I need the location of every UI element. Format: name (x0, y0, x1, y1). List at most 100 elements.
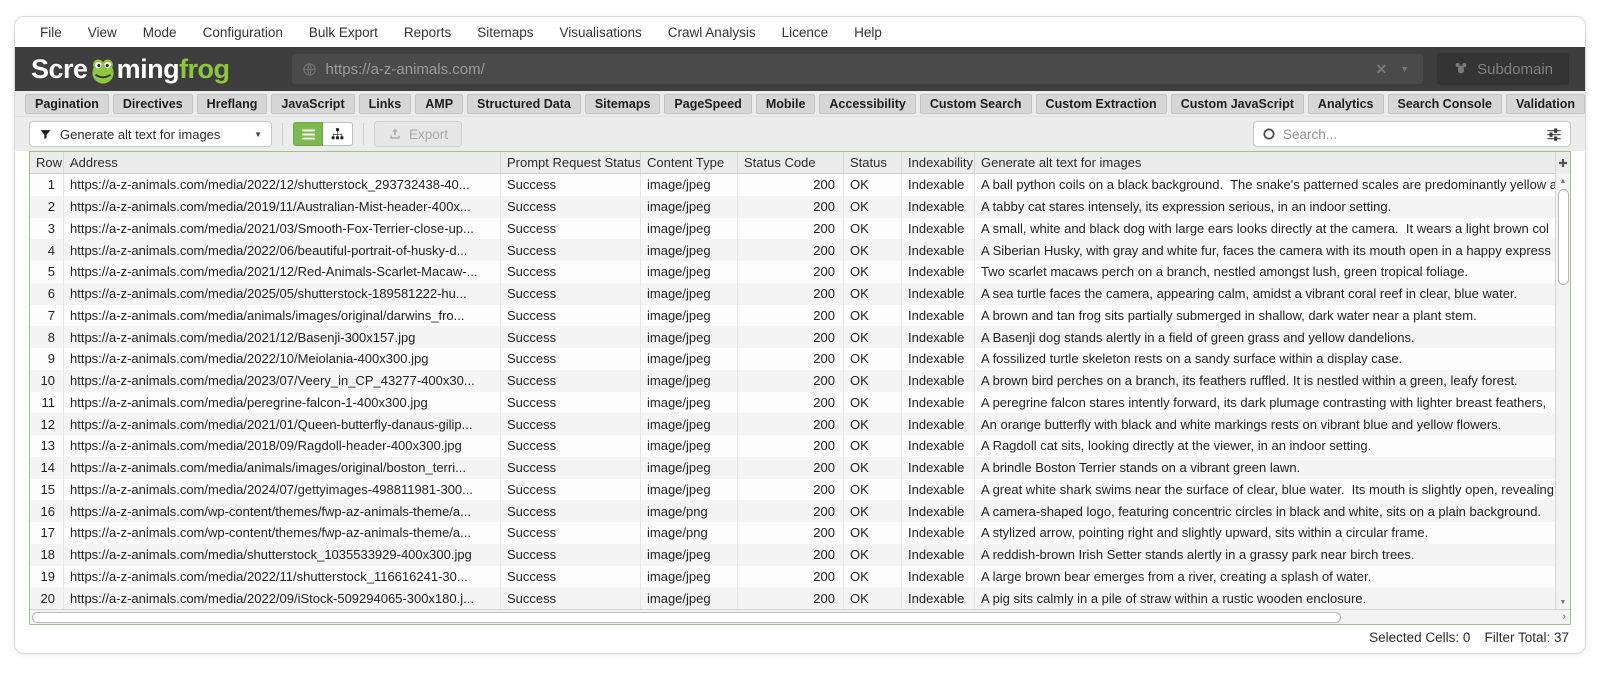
cell-row[interactable]: 3 (30, 218, 64, 240)
cell-status-code[interactable]: 200 (738, 479, 844, 501)
cell-status-code[interactable]: 200 (738, 457, 844, 479)
cell-status-code[interactable]: 200 (738, 283, 844, 305)
cell-row[interactable]: 18 (30, 544, 64, 566)
tab-links[interactable]: Links (359, 94, 412, 114)
cell-indexability[interactable]: Indexable (902, 174, 975, 196)
menu-item-visualisations[interactable]: Visualisations (546, 25, 654, 40)
table-row[interactable]: 3https://a-z-animals.com/media/2021/03/S… (30, 218, 1555, 240)
cell-indexability[interactable]: Indexable (902, 218, 975, 240)
cell-prompt-status[interactable]: Success (501, 500, 641, 522)
cell-address[interactable]: https://a-z-animals.com/media/2021/12/Ba… (64, 326, 501, 348)
cell-status-code[interactable]: 200 (738, 566, 844, 588)
cell-status[interactable]: OK (844, 500, 902, 522)
tab-structured-data[interactable]: Structured Data (467, 94, 581, 114)
cell-prompt-status[interactable]: Success (501, 392, 641, 414)
tab-javascript[interactable]: JavaScript (271, 94, 354, 114)
table-row[interactable]: 1https://a-z-animals.com/media/2022/12/s… (30, 174, 1555, 196)
cell-prompt-status[interactable]: Success (501, 457, 641, 479)
cell-row[interactable]: 6 (30, 283, 64, 305)
scroll-down-icon[interactable]: ▼ (1556, 595, 1570, 609)
cell-status[interactable]: OK (844, 413, 902, 435)
cell-content-type[interactable]: image/jpeg (641, 566, 738, 588)
tab-pagespeed[interactable]: PageSpeed (664, 94, 751, 114)
cell-status-code[interactable]: 200 (738, 544, 844, 566)
tab-validation[interactable]: Validation (1506, 94, 1585, 114)
cell-row[interactable]: 9 (30, 348, 64, 370)
table-row[interactable]: 15https://a-z-animals.com/media/2024/07/… (30, 479, 1555, 501)
cell-prompt-status[interactable]: Success (501, 587, 641, 609)
cell-status[interactable]: OK (844, 370, 902, 392)
menu-item-help[interactable]: Help (841, 25, 895, 40)
cell-status[interactable]: OK (844, 544, 902, 566)
tree-view-button[interactable] (323, 122, 353, 146)
table-row[interactable]: 18https://a-z-animals.com/media/shutters… (30, 544, 1555, 566)
cell-address[interactable]: https://a-z-animals.com/media/peregrine-… (64, 392, 501, 414)
column-header-indexability[interactable]: Indexability (902, 152, 975, 173)
scroll-up-icon[interactable]: ▲ (1556, 174, 1570, 188)
cell-content-type[interactable]: image/jpeg (641, 218, 738, 240)
cell-status-code[interactable]: 200 (738, 522, 844, 544)
cell-prompt-status[interactable]: Success (501, 566, 641, 588)
cell-row[interactable]: 11 (30, 392, 64, 414)
cell-prompt-status[interactable]: Success (501, 326, 641, 348)
menu-item-reports[interactable]: Reports (391, 25, 464, 40)
column-header-status-code[interactable]: Status Code (738, 152, 844, 173)
cell-address[interactable]: https://a-z-animals.com/wp-content/theme… (64, 522, 501, 544)
cell-prompt-status[interactable]: Success (501, 479, 641, 501)
clear-url-icon[interactable]: ✕ (1371, 61, 1391, 78)
tab-custom-javascript[interactable]: Custom JavaScript (1171, 94, 1304, 114)
vertical-scroll-thumb[interactable] (1558, 189, 1569, 285)
cell-alt-text[interactable]: A tabby cat stares intensely, its expres… (975, 196, 1555, 218)
cell-address[interactable]: https://a-z-animals.com/media/animals/im… (64, 457, 501, 479)
cell-alt-text[interactable]: A Ragdoll cat sits, looking directly at … (975, 435, 1555, 457)
cell-status[interactable]: OK (844, 348, 902, 370)
column-header-prompt-request-status[interactable]: Prompt Request Status (501, 152, 641, 173)
table-row[interactable]: 12https://a-z-animals.com/media/2021/01/… (30, 413, 1555, 435)
cell-status[interactable]: OK (844, 261, 902, 283)
cell-prompt-status[interactable]: Success (501, 239, 641, 261)
table-row[interactable]: 7https://a-z-animals.com/media/animals/i… (30, 305, 1555, 327)
cell-alt-text[interactable]: A camera-shaped logo, featuring concentr… (975, 500, 1555, 522)
cell-alt-text[interactable]: An orange butterfly with black and white… (975, 413, 1555, 435)
cell-prompt-status[interactable]: Success (501, 544, 641, 566)
menu-item-licence[interactable]: Licence (769, 25, 842, 40)
cell-row[interactable]: 10 (30, 370, 64, 392)
subdomain-button[interactable]: Subdomain (1437, 53, 1569, 85)
cell-indexability[interactable]: Indexable (902, 392, 975, 414)
export-button[interactable]: Export (374, 121, 462, 147)
search-options-sliders-icon[interactable] (1546, 127, 1562, 141)
cell-address[interactable]: https://a-z-animals.com/media/2022/11/sh… (64, 566, 501, 588)
cell-content-type[interactable]: image/jpeg (641, 587, 738, 609)
cell-content-type[interactable]: image/jpeg (641, 261, 738, 283)
cell-status[interactable]: OK (844, 239, 902, 261)
cell-alt-text[interactable]: A small, white and black dog with large … (975, 218, 1555, 240)
cell-content-type[interactable]: image/jpeg (641, 479, 738, 501)
cell-indexability[interactable]: Indexable (902, 479, 975, 501)
cell-alt-text[interactable]: A brown and tan frog sits partially subm… (975, 305, 1555, 327)
cell-status[interactable]: OK (844, 283, 902, 305)
menu-item-sitemaps[interactable]: Sitemaps (464, 25, 546, 40)
cell-content-type[interactable]: image/jpeg (641, 239, 738, 261)
tab-mobile[interactable]: Mobile (756, 94, 816, 114)
cell-indexability[interactable]: Indexable (902, 196, 975, 218)
cell-indexability[interactable]: Indexable (902, 522, 975, 544)
menu-item-file[interactable]: File (27, 25, 75, 40)
column-header-row[interactable]: Row (30, 152, 64, 173)
tab-hreflang[interactable]: Hreflang (197, 94, 268, 114)
cell-status[interactable]: OK (844, 196, 902, 218)
column-header-generate-alt-text-for-images[interactable]: Generate alt text for images (975, 152, 1555, 173)
url-bar[interactable]: ✕ ▼ (292, 54, 1424, 84)
cell-alt-text[interactable]: Two scarlet macaws perch on a branch, ne… (975, 261, 1555, 283)
table-row[interactable]: 19https://a-z-animals.com/media/2022/11/… (30, 566, 1555, 588)
search-box[interactable] (1253, 121, 1571, 147)
cell-address[interactable]: https://a-z-animals.com/media/2021/03/Sm… (64, 218, 501, 240)
cell-status-code[interactable]: 200 (738, 370, 844, 392)
cell-address[interactable]: https://a-z-animals.com/media/shuttersto… (64, 544, 501, 566)
table-row[interactable]: 20https://a-z-animals.com/media/2022/09/… (30, 587, 1555, 609)
cell-row[interactable]: 19 (30, 566, 64, 588)
table-row[interactable]: 11https://a-z-animals.com/media/peregrin… (30, 392, 1555, 414)
tab-analytics[interactable]: Analytics (1308, 94, 1384, 114)
cell-prompt-status[interactable]: Success (501, 174, 641, 196)
cell-status-code[interactable]: 200 (738, 348, 844, 370)
cell-prompt-status[interactable]: Success (501, 435, 641, 457)
